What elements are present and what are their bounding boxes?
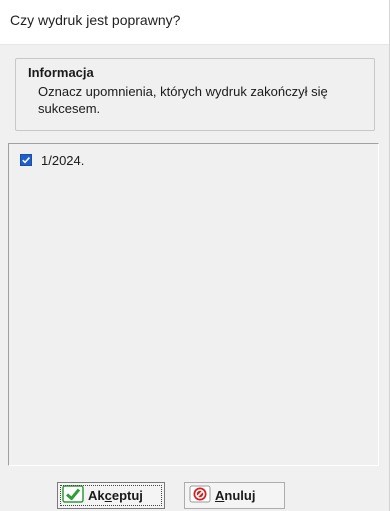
info-group: Informacja Oznacz upomnienia, których wy… xyxy=(15,58,375,131)
item-checkbox[interactable] xyxy=(20,154,32,166)
checkmark-icon xyxy=(22,157,30,164)
accept-button[interactable]: Akceptuj xyxy=(57,482,165,509)
cancel-button[interactable]: Anuluj xyxy=(184,482,285,509)
item-label: 1/2024. xyxy=(41,152,85,168)
info-title: Informacja xyxy=(28,65,94,80)
info-text: Oznacz upomnienia, których wydruk zakońc… xyxy=(38,84,328,116)
title-bar[interactable]: Czy wydruk jest poprawny? xyxy=(0,0,389,45)
accept-label: Akceptuj xyxy=(88,488,143,503)
reminder-list[interactable]: 1/2024. xyxy=(8,143,379,466)
check-icon xyxy=(62,485,84,506)
cancel-icon xyxy=(189,485,211,506)
dialog-title: Czy wydruk jest poprawny? xyxy=(10,12,181,28)
list-item[interactable]: 1/2024. xyxy=(20,152,84,168)
dialog-window: Czy wydruk jest poprawny? Informacja Ozn… xyxy=(0,0,390,511)
cancel-label: Anuluj xyxy=(215,488,256,503)
